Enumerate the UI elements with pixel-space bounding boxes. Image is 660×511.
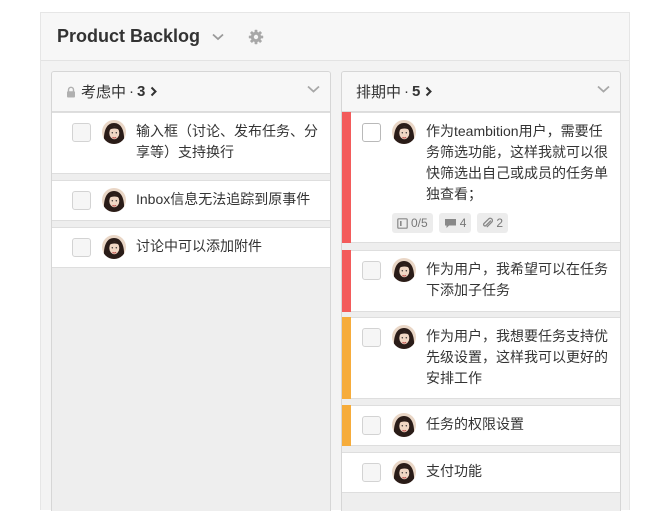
stage-title: 考虑中 [81,84,127,101]
subtask-badge[interactable]: 0/5 [392,213,433,233]
chevron-down-icon[interactable] [597,85,610,93]
task-card[interactable]: 作为teambition用户，需要任务筛选功能，这样我就可以很快筛选出自己或成员… [342,112,620,243]
chevron-right-icon[interactable] [425,86,433,97]
task-card[interactable]: 任务的权限设置 [342,405,620,446]
stage-count: 3 [137,83,146,100]
stage-header[interactable]: 考虑中 · 3 [52,72,330,112]
task-title: 任务的权限设置 [426,416,524,432]
task-checkbox[interactable] [362,123,381,142]
task-title: 作为teambition用户，需要任务筛选功能，这样我就可以很快筛选出自己或成员… [426,123,608,202]
task-checkbox[interactable] [72,191,91,210]
task-title: 作为用户，我想要任务支持优先级设置，这样我可以更好的安排工作 [426,328,608,386]
avatar [392,258,416,282]
task-title: Inbox信息无法追踪到原事件 [136,191,311,207]
avatar [102,120,126,144]
stage-column: 排期中 · 5 作为teambition用户，需要任务筛选功能，这样我就可以很快… [341,71,621,511]
avatar [102,188,126,212]
comment-icon [444,218,456,228]
task-card[interactable]: 作为用户，我希望可以在任务下添加子任务 [342,250,620,312]
stage-title: 排期中 [356,84,402,101]
task-title: 讨论中可以添加附件 [136,238,262,254]
task-checkbox[interactable] [72,123,91,142]
task-checkbox[interactable] [362,328,381,347]
task-checkbox[interactable] [72,238,91,257]
task-checkbox[interactable] [362,416,381,435]
avatar [392,325,416,349]
priority-bar [342,317,351,399]
chevron-down-icon[interactable] [212,33,224,41]
stage-count: 5 [412,83,421,100]
stage-header[interactable]: 排期中 · 5 [342,72,620,112]
task-title: 支付功能 [426,463,482,479]
priority-bar [342,405,351,446]
task-title: 输入框（讨论、发布任务、分享等）支持换行 [136,123,318,160]
task-card[interactable]: 讨论中可以添加附件 [52,227,330,268]
gear-icon[interactable] [248,29,264,45]
board-title: Product Backlog [57,26,201,46]
subtask-count: 0/5 [411,216,428,230]
task-checkbox[interactable] [362,463,381,482]
paperclip-icon [483,217,494,228]
board: Product Backlog 考虑中 · 3 输入框（讨论、发布任务、分享等）… [40,12,630,511]
lock-icon [66,86,76,98]
stage-column: 考虑中 · 3 输入框（讨论、发布任务、分享等）支持换行 Inbox信息无法追踪… [51,71,331,511]
chevron-down-icon[interactable] [307,85,320,93]
priority-bar [342,112,351,243]
avatar [392,460,416,484]
avatar [102,235,126,259]
priority-bar [342,250,351,312]
task-badges: 0/5 4 2 [392,213,509,233]
task-checkbox[interactable] [362,261,381,280]
task-card[interactable]: 输入框（讨论、发布任务、分享等）支持换行 [52,112,330,174]
board-header: Product Backlog [41,13,629,61]
comment-badge[interactable]: 4 [438,213,472,233]
stage-separator: · [404,83,410,100]
attachment-count: 2 [496,216,504,230]
task-title: 作为用户，我希望可以在任务下添加子任务 [426,261,608,298]
avatar [392,413,416,437]
checklist-icon [397,217,408,229]
chevron-right-icon[interactable] [150,86,158,97]
comment-count: 4 [459,216,467,230]
task-card[interactable]: Inbox信息无法追踪到原事件 [52,180,330,221]
avatar [392,120,416,144]
task-card[interactable]: 作为用户，我想要任务支持优先级设置，这样我可以更好的安排工作 [342,317,620,399]
task-card[interactable]: 支付功能 [342,452,620,493]
attachment-badge[interactable]: 2 [477,213,509,233]
stage-separator: · [129,83,135,100]
